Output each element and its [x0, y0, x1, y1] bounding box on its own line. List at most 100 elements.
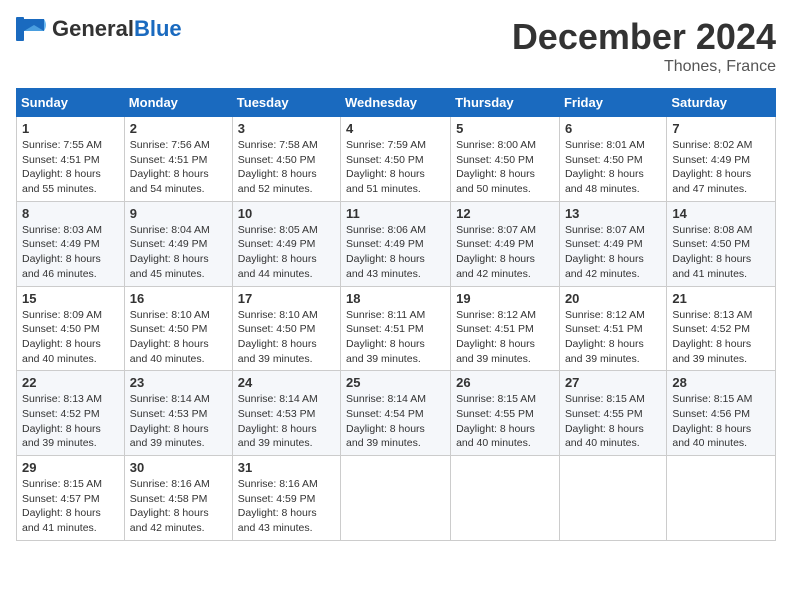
day-info: Sunrise: 7:58 AM Sunset: 4:50 PM Dayligh… [238, 138, 335, 197]
day-number: 6 [565, 121, 661, 136]
day-number: 29 [22, 460, 119, 475]
calendar-cell: 31 Sunrise: 8:16 AM Sunset: 4:59 PM Dayl… [232, 456, 340, 541]
calendar-cell: 8 Sunrise: 8:03 AM Sunset: 4:49 PM Dayli… [17, 201, 125, 286]
calendar-cell: 13 Sunrise: 8:07 AM Sunset: 4:49 PM Dayl… [559, 201, 666, 286]
calendar-week-row: 22 Sunrise: 8:13 AM Sunset: 4:52 PM Dayl… [17, 371, 776, 456]
calendar-week-row: 15 Sunrise: 8:09 AM Sunset: 4:50 PM Dayl… [17, 286, 776, 371]
logo-area: GeneralBlue [16, 16, 182, 42]
day-info: Sunrise: 7:59 AM Sunset: 4:50 PM Dayligh… [346, 138, 445, 197]
day-number: 7 [672, 121, 770, 136]
logo: GeneralBlue [16, 16, 182, 42]
day-info: Sunrise: 7:55 AM Sunset: 4:51 PM Dayligh… [22, 138, 119, 197]
day-info: Sunrise: 8:12 AM Sunset: 4:51 PM Dayligh… [565, 308, 661, 367]
day-info: Sunrise: 8:09 AM Sunset: 4:50 PM Dayligh… [22, 308, 119, 367]
weekday-header-monday: Monday [124, 89, 232, 117]
day-info: Sunrise: 7:56 AM Sunset: 4:51 PM Dayligh… [130, 138, 227, 197]
calendar-cell: 27 Sunrise: 8:15 AM Sunset: 4:55 PM Dayl… [559, 371, 666, 456]
calendar-cell: 24 Sunrise: 8:14 AM Sunset: 4:53 PM Dayl… [232, 371, 340, 456]
day-number: 30 [130, 460, 227, 475]
calendar-cell: 21 Sunrise: 8:13 AM Sunset: 4:52 PM Dayl… [667, 286, 776, 371]
calendar-table: SundayMondayTuesdayWednesdayThursdayFrid… [16, 88, 776, 541]
day-info: Sunrise: 8:14 AM Sunset: 4:53 PM Dayligh… [130, 392, 227, 451]
day-number: 28 [672, 375, 770, 390]
day-info: Sunrise: 8:00 AM Sunset: 4:50 PM Dayligh… [456, 138, 554, 197]
day-number: 2 [130, 121, 227, 136]
weekday-header-friday: Friday [559, 89, 666, 117]
calendar-week-row: 29 Sunrise: 8:15 AM Sunset: 4:57 PM Dayl… [17, 456, 776, 541]
day-number: 31 [238, 460, 335, 475]
day-number: 15 [22, 291, 119, 306]
day-info: Sunrise: 8:16 AM Sunset: 4:59 PM Dayligh… [238, 477, 335, 536]
calendar-cell [559, 456, 666, 541]
calendar-cell: 14 Sunrise: 8:08 AM Sunset: 4:50 PM Dayl… [667, 201, 776, 286]
calendar-cell: 2 Sunrise: 7:56 AM Sunset: 4:51 PM Dayli… [124, 117, 232, 202]
day-info: Sunrise: 8:13 AM Sunset: 4:52 PM Dayligh… [22, 392, 119, 451]
weekday-header-wednesday: Wednesday [341, 89, 451, 117]
day-number: 4 [346, 121, 445, 136]
day-number: 8 [22, 206, 119, 221]
calendar-header-row: SundayMondayTuesdayWednesdayThursdayFrid… [17, 89, 776, 117]
calendar-cell: 20 Sunrise: 8:12 AM Sunset: 4:51 PM Dayl… [559, 286, 666, 371]
calendar-cell: 18 Sunrise: 8:11 AM Sunset: 4:51 PM Dayl… [341, 286, 451, 371]
day-number: 25 [346, 375, 445, 390]
calendar-cell: 25 Sunrise: 8:14 AM Sunset: 4:54 PM Dayl… [341, 371, 451, 456]
day-info: Sunrise: 8:04 AM Sunset: 4:49 PM Dayligh… [130, 223, 227, 282]
day-info: Sunrise: 8:15 AM Sunset: 4:56 PM Dayligh… [672, 392, 770, 451]
day-info: Sunrise: 8:14 AM Sunset: 4:54 PM Dayligh… [346, 392, 445, 451]
weekday-header-saturday: Saturday [667, 89, 776, 117]
day-number: 24 [238, 375, 335, 390]
day-info: Sunrise: 8:15 AM Sunset: 4:55 PM Dayligh… [456, 392, 554, 451]
day-number: 19 [456, 291, 554, 306]
day-number: 20 [565, 291, 661, 306]
calendar-cell: 28 Sunrise: 8:15 AM Sunset: 4:56 PM Dayl… [667, 371, 776, 456]
day-info: Sunrise: 8:11 AM Sunset: 4:51 PM Dayligh… [346, 308, 445, 367]
day-info: Sunrise: 8:10 AM Sunset: 4:50 PM Dayligh… [238, 308, 335, 367]
day-number: 26 [456, 375, 554, 390]
logo-icon [16, 17, 48, 41]
weekday-header-tuesday: Tuesday [232, 89, 340, 117]
day-number: 23 [130, 375, 227, 390]
weekday-header-sunday: Sunday [17, 89, 125, 117]
calendar-cell: 7 Sunrise: 8:02 AM Sunset: 4:49 PM Dayli… [667, 117, 776, 202]
calendar-cell [451, 456, 560, 541]
day-info: Sunrise: 8:02 AM Sunset: 4:49 PM Dayligh… [672, 138, 770, 197]
calendar-cell: 1 Sunrise: 7:55 AM Sunset: 4:51 PM Dayli… [17, 117, 125, 202]
calendar-cell: 16 Sunrise: 8:10 AM Sunset: 4:50 PM Dayl… [124, 286, 232, 371]
day-number: 21 [672, 291, 770, 306]
day-number: 11 [346, 206, 445, 221]
calendar-cell: 3 Sunrise: 7:58 AM Sunset: 4:50 PM Dayli… [232, 117, 340, 202]
calendar-cell: 4 Sunrise: 7:59 AM Sunset: 4:50 PM Dayli… [341, 117, 451, 202]
calendar-cell: 15 Sunrise: 8:09 AM Sunset: 4:50 PM Dayl… [17, 286, 125, 371]
calendar-cell: 17 Sunrise: 8:10 AM Sunset: 4:50 PM Dayl… [232, 286, 340, 371]
logo-blue-text: Blue [134, 16, 182, 42]
day-number: 18 [346, 291, 445, 306]
calendar-cell: 6 Sunrise: 8:01 AM Sunset: 4:50 PM Dayli… [559, 117, 666, 202]
day-info: Sunrise: 8:03 AM Sunset: 4:49 PM Dayligh… [22, 223, 119, 282]
calendar-cell: 19 Sunrise: 8:12 AM Sunset: 4:51 PM Dayl… [451, 286, 560, 371]
day-info: Sunrise: 8:12 AM Sunset: 4:51 PM Dayligh… [456, 308, 554, 367]
location-title: Thones, France [512, 58, 776, 76]
calendar-cell: 30 Sunrise: 8:16 AM Sunset: 4:58 PM Dayl… [124, 456, 232, 541]
calendar-cell: 12 Sunrise: 8:07 AM Sunset: 4:49 PM Dayl… [451, 201, 560, 286]
day-number: 10 [238, 206, 335, 221]
calendar-week-row: 8 Sunrise: 8:03 AM Sunset: 4:49 PM Dayli… [17, 201, 776, 286]
calendar-cell: 29 Sunrise: 8:15 AM Sunset: 4:57 PM Dayl… [17, 456, 125, 541]
calendar-cell: 23 Sunrise: 8:14 AM Sunset: 4:53 PM Dayl… [124, 371, 232, 456]
day-info: Sunrise: 8:08 AM Sunset: 4:50 PM Dayligh… [672, 223, 770, 282]
calendar-week-row: 1 Sunrise: 7:55 AM Sunset: 4:51 PM Dayli… [17, 117, 776, 202]
month-title: December 2024 [512, 16, 776, 58]
calendar-cell: 10 Sunrise: 8:05 AM Sunset: 4:49 PM Dayl… [232, 201, 340, 286]
day-info: Sunrise: 8:14 AM Sunset: 4:53 PM Dayligh… [238, 392, 335, 451]
day-info: Sunrise: 8:06 AM Sunset: 4:49 PM Dayligh… [346, 223, 445, 282]
header: GeneralBlue December 2024 Thones, France [16, 16, 776, 76]
calendar-cell: 26 Sunrise: 8:15 AM Sunset: 4:55 PM Dayl… [451, 371, 560, 456]
day-number: 1 [22, 121, 119, 136]
day-number: 12 [456, 206, 554, 221]
day-info: Sunrise: 8:10 AM Sunset: 4:50 PM Dayligh… [130, 308, 227, 367]
day-number: 22 [22, 375, 119, 390]
calendar-cell: 22 Sunrise: 8:13 AM Sunset: 4:52 PM Dayl… [17, 371, 125, 456]
day-number: 13 [565, 206, 661, 221]
day-number: 5 [456, 121, 554, 136]
calendar-cell [341, 456, 451, 541]
day-number: 27 [565, 375, 661, 390]
